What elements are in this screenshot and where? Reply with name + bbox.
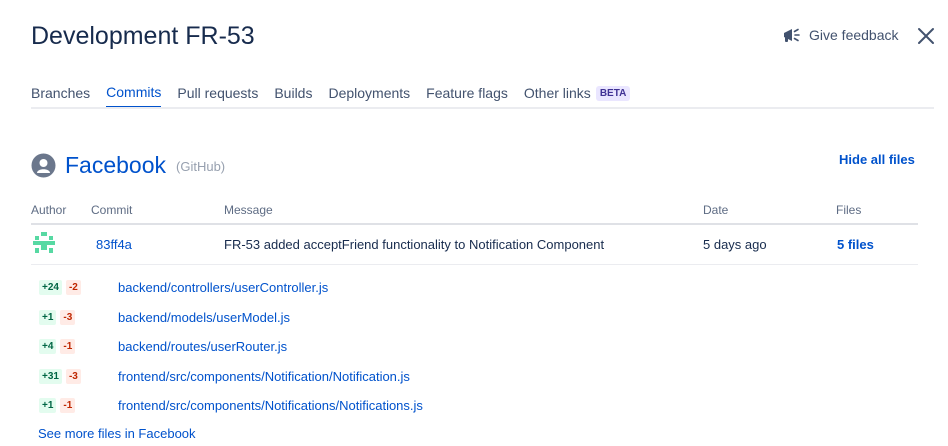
tab-divider <box>31 107 934 109</box>
lines-added-badge: +1 <box>39 310 57 325</box>
page-title: Development FR-53 <box>31 22 255 50</box>
files-count-link[interactable]: 5 files <box>837 237 874 252</box>
lines-added-badge: +4 <box>39 339 57 354</box>
file-path-link[interactable]: backend/models/userModel.js <box>118 310 290 325</box>
file-path-link[interactable]: frontend/src/components/Notification/Not… <box>118 369 410 384</box>
author-avatar[interactable] <box>33 232 55 254</box>
repo-name-link[interactable]: Facebook <box>65 152 166 179</box>
lines-removed-badge: -3 <box>60 310 76 325</box>
table-row-divider <box>31 264 918 265</box>
repo-host: (GitHub) <box>176 159 226 174</box>
commit-message: FR-53 added acceptFriend functionality t… <box>224 237 605 252</box>
lines-added-badge: +24 <box>39 280 62 295</box>
give-feedback-label: Give feedback <box>809 27 899 43</box>
tab-other-links[interactable]: Other links BETA <box>523 84 631 108</box>
give-feedback-button[interactable]: Give feedback <box>782 27 899 43</box>
file-row: +1 -1 frontend/src/components/Notificati… <box>39 398 423 413</box>
column-header-date: Date <box>703 203 729 217</box>
close-icon[interactable] <box>915 25 937 47</box>
column-header-commit: Commit <box>91 203 133 217</box>
file-path-link[interactable]: backend/controllers/userController.js <box>118 280 328 295</box>
tab-other-links-label: Other links <box>523 85 591 101</box>
commit-date: 5 days ago <box>703 237 767 252</box>
file-row: +24 -2 backend/controllers/userControlle… <box>39 280 328 295</box>
beta-badge: BETA <box>595 85 631 101</box>
lines-added-badge: +1 <box>39 398 57 413</box>
column-header-files: Files <box>836 203 862 217</box>
megaphone-icon <box>784 28 800 42</box>
tab-commits[interactable]: Commits <box>106 84 162 108</box>
column-header-message: Message <box>224 203 273 217</box>
file-row: +31 -3 frontend/src/components/Notificat… <box>39 369 410 384</box>
lines-added-badge: +31 <box>39 369 62 384</box>
see-more-files-link[interactable]: See more files in Facebook <box>38 426 196 441</box>
commit-hash-link[interactable]: 83ff4a <box>96 237 132 252</box>
tab-feature-flags[interactable]: Feature flags <box>426 84 508 108</box>
lines-removed-badge: -3 <box>65 369 81 384</box>
tab-branches[interactable]: Branches <box>31 84 90 108</box>
user-avatar-icon <box>31 153 56 178</box>
file-row: +4 -1 backend/routes/userRouter.js <box>39 339 287 354</box>
column-header-author: Author <box>31 203 67 217</box>
tab-pull-requests[interactable]: Pull requests <box>177 84 258 108</box>
table-header-divider <box>31 223 918 225</box>
repo-header: Facebook (GitHub) <box>31 152 225 179</box>
tab-bar: Branches Commits Pull requests Builds De… <box>31 84 646 108</box>
file-path-link[interactable]: backend/routes/userRouter.js <box>118 339 287 354</box>
tab-deployments[interactable]: Deployments <box>328 84 410 108</box>
hide-all-files-button[interactable]: Hide all files <box>839 152 915 167</box>
tab-builds[interactable]: Builds <box>274 84 312 108</box>
lines-removed-badge: -1 <box>60 398 76 413</box>
lines-removed-badge: -1 <box>60 339 76 354</box>
file-path-link[interactable]: frontend/src/components/Notifications/No… <box>118 398 423 413</box>
file-row: +1 -3 backend/models/userModel.js <box>39 310 290 325</box>
lines-removed-badge: -2 <box>65 280 81 295</box>
